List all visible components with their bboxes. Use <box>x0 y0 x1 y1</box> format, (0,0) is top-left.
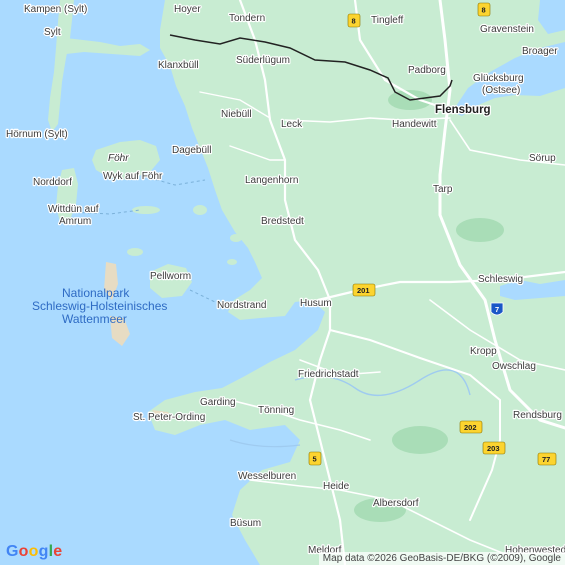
label-tating: Tönning <box>258 405 294 416</box>
svg-text:202: 202 <box>464 423 477 432</box>
shield-a7: 7 <box>490 302 504 316</box>
label-albersdorf: Albersdorf <box>373 498 419 509</box>
label-dagebuell: Dagebüll <box>172 145 211 156</box>
label-kropp: Kropp <box>470 346 497 357</box>
label-foehr: Föhr <box>108 153 129 164</box>
label-norddorf: Norddorf <box>33 177 72 188</box>
label-owschlag: Owschlag <box>492 361 536 372</box>
map-canvas[interactable]: Kampen (Sylt) Hoyer Tondern Tingleff Gra… <box>0 0 565 565</box>
hallig-4 <box>132 206 160 214</box>
shield-b8-gravenstein: 8 <box>477 2 491 17</box>
hallig-3 <box>227 259 237 265</box>
shield-b8-tingleff: 8 <box>347 13 361 28</box>
svg-text:77: 77 <box>542 455 550 464</box>
svg-text:5: 5 <box>313 455 317 464</box>
label-gluecksburg-2: (Ostsee) <box>482 85 520 96</box>
label-nationalpark-1: Nationalpark <box>62 286 130 300</box>
svg-text:7: 7 <box>495 305 499 314</box>
svg-text:203: 203 <box>487 444 500 453</box>
label-kampen: Kampen (Sylt) <box>24 4 87 15</box>
label-garding: Garding <box>200 397 236 408</box>
label-hoyer: Hoyer <box>174 4 201 15</box>
hallig-1 <box>193 205 207 215</box>
shield-b5: 5 <box>308 451 322 466</box>
label-friedrichstadt: Friedrichstadt <box>298 369 359 380</box>
shield-b203: 203 <box>482 441 506 455</box>
map-attribution[interactable]: Map data ©2026 GeoBasis-DE/BKG (©2009), … <box>318 552 565 565</box>
svg-text:8: 8 <box>482 6 486 15</box>
label-st-peter: St. Peter-Ording <box>133 412 205 423</box>
logo-letter: e <box>53 543 63 560</box>
label-wesselburen: Wesselburen <box>238 471 296 482</box>
logo-letter: o <box>18 543 29 560</box>
label-nordstrand: Nordstrand <box>217 300 266 311</box>
label-heide: Heide <box>323 481 350 492</box>
label-gluecksburg-1: Glücksburg <box>473 73 524 84</box>
label-tondern: Tondern <box>229 13 265 24</box>
label-niebuell: Niebüll <box>221 109 252 120</box>
label-pellworm: Pellworm <box>150 271 191 282</box>
label-soerup: Sörup <box>529 153 556 164</box>
hallig-5 <box>230 234 242 242</box>
label-langenhorn: Langenhorn <box>245 175 298 186</box>
label-wittduen-2: Amrum <box>59 216 91 227</box>
google-logo: Google <box>6 543 62 561</box>
forest-patch <box>392 426 448 454</box>
hallig-2 <box>127 248 143 256</box>
label-wyk: Wyk auf Föhr <box>103 171 163 182</box>
logo-letter: G <box>6 543 19 560</box>
label-buesum: Büsum <box>230 518 261 529</box>
shield-b77: 77 <box>537 452 557 466</box>
shield-b201: 201 <box>352 283 376 297</box>
label-tarp: Tarp <box>433 184 453 195</box>
label-gravenstein: Gravenstein <box>480 24 534 35</box>
label-padborg: Padborg <box>408 65 446 76</box>
label-wittduen-1: Wittdün auf <box>48 204 99 215</box>
label-hoernum: Hörnum (Sylt) <box>6 129 68 140</box>
label-rendsburg: Rendsburg <box>513 410 562 421</box>
forest-patch <box>456 218 504 242</box>
label-handewitt: Handewitt <box>392 119 437 130</box>
label-husum: Husum <box>300 298 332 309</box>
label-suederluegum: Süderlügum <box>236 55 290 66</box>
label-tingleff: Tingleff <box>371 15 403 26</box>
label-flensburg: Flensburg <box>435 104 491 116</box>
label-schleswig: Schleswig <box>478 274 523 285</box>
svg-text:8: 8 <box>352 17 356 26</box>
shield-b202: 202 <box>459 420 483 434</box>
label-klanxbuell: Klanxbüll <box>158 60 199 71</box>
logo-letter: g <box>38 543 49 560</box>
label-sylt: Sylt <box>44 27 61 38</box>
label-nationalpark-2: Schleswig-Holsteinisches <box>32 299 167 313</box>
label-nationalpark-3: Wattenmeer <box>62 312 127 326</box>
label-broager: Broager <box>522 46 558 57</box>
logo-letter: o <box>28 543 39 560</box>
svg-text:201: 201 <box>357 286 370 295</box>
label-bredstedt: Bredstedt <box>261 216 304 227</box>
label-leck: Leck <box>281 119 303 130</box>
